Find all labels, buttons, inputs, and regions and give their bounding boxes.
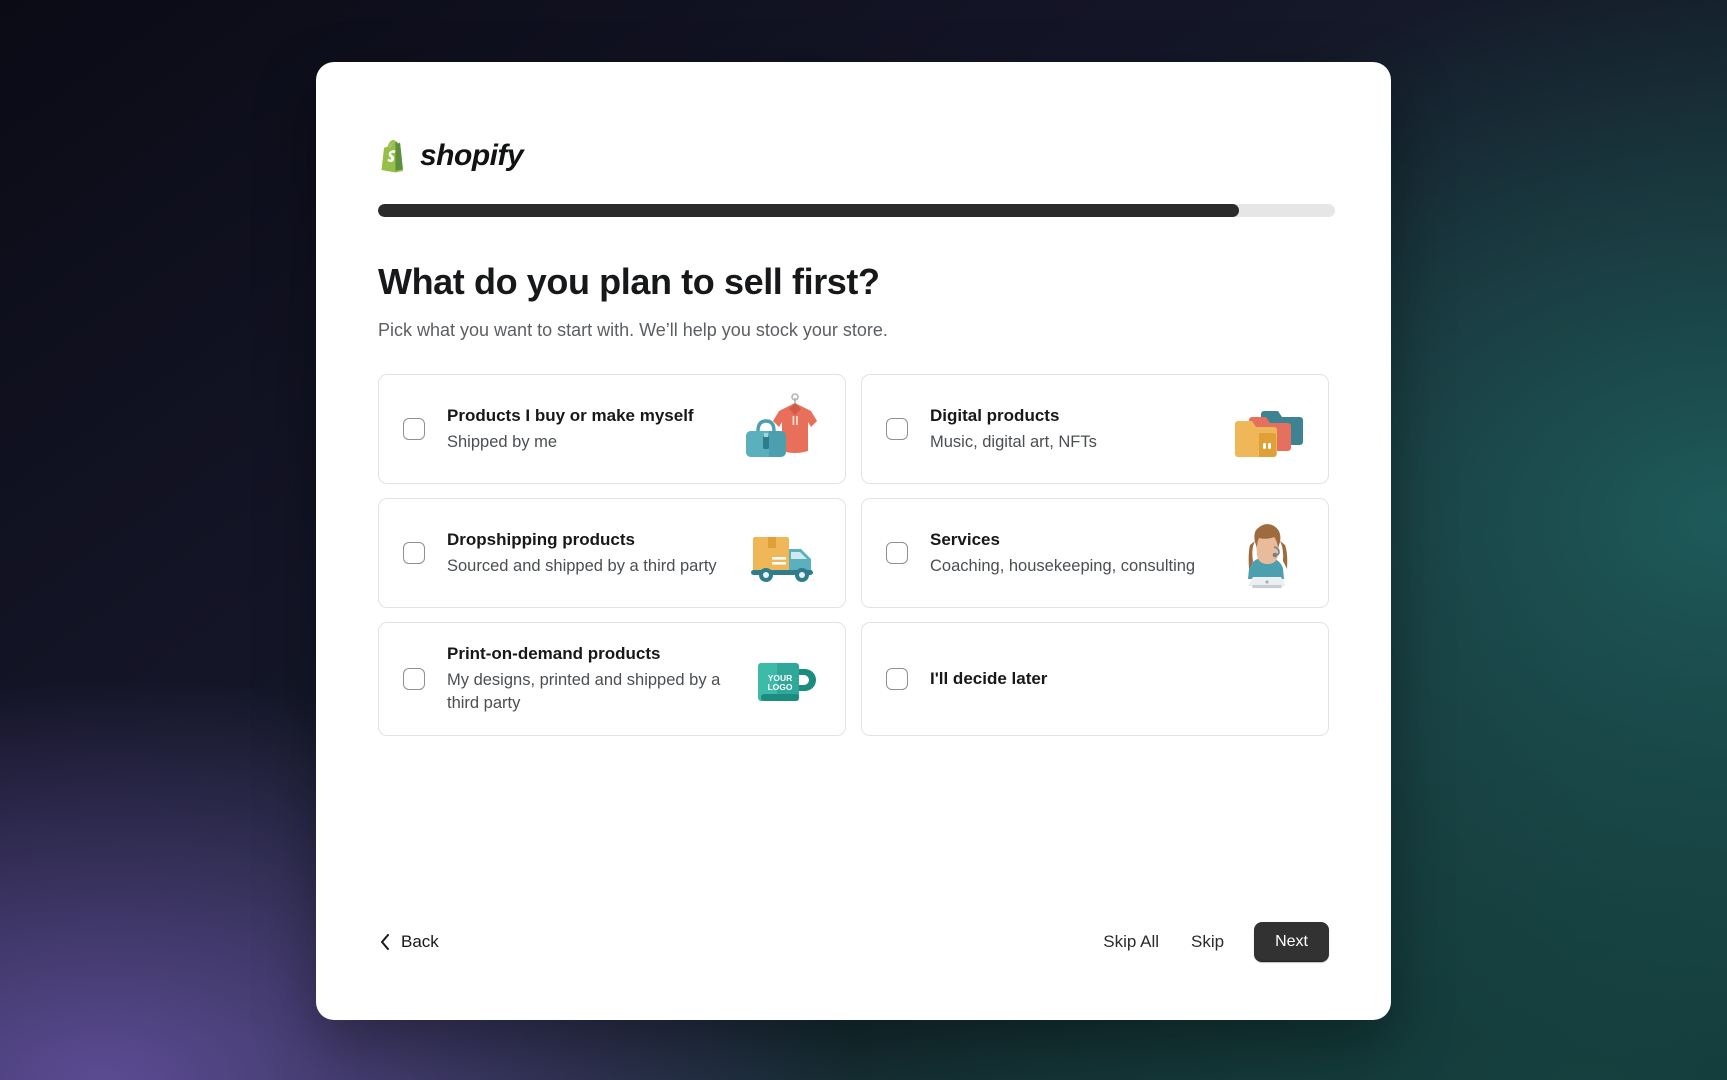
option-subtitle: Music, digital art, NFTs [930,432,1097,451]
option-card-services[interactable]: Services Coaching, housekeeping, consult… [861,498,1329,609]
back-button-label: Back [401,932,439,951]
option-card-digital-products[interactable]: Digital products Music, digital art, NFT… [861,374,1329,485]
option-grid: Products I buy or make myself Shipped by… [378,374,1329,737]
delivery-truck-icon [739,513,825,593]
option-card-print-on-demand-products[interactable]: Print-on-demand products My designs, pri… [378,622,846,737]
progress-bar [378,204,1335,217]
option-subtitle: My designs, printed and shipped by a thi… [447,670,721,713]
checkbox-products-i-buy-or-make-myself[interactable] [403,418,425,441]
back-button[interactable]: Back [378,926,441,958]
option-subtitle: Sourced and shipped by a third party [447,556,717,575]
onboarding-modal: shopify What do you plan to sell first? … [316,62,1391,1020]
person-with-laptop-icon [1222,513,1308,593]
checkbox-dropshipping-products[interactable] [403,542,425,565]
checkbox-services[interactable] [886,542,908,565]
option-text: Digital products Music, digital art, NFT… [930,405,1214,454]
shopify-wordmark: shopify [420,139,524,172]
option-title: Digital products [930,405,1060,425]
option-text: Services Coaching, housekeeping, consult… [930,529,1214,578]
handbag-and-hoodie-icon [739,389,825,469]
shopify-bag-icon [378,138,410,174]
option-title: Services [930,529,1000,549]
option-text: Products I buy or make myself Shipped by… [447,405,731,454]
progress-track [378,204,1335,217]
option-title: Dropshipping products [447,529,635,549]
folders-icon [1222,389,1308,469]
option-text: I'll decide later [930,668,1308,691]
shopify-logo: shopify [378,136,1329,176]
option-text: Dropshipping products Sourced and shippe… [447,529,731,578]
footer-actions: Skip All Skip Next [1101,922,1329,962]
option-subtitle: Shipped by me [447,432,558,451]
option-card-dropshipping-products[interactable]: Dropshipping products Sourced and shippe… [378,498,846,609]
option-title: Products I buy or make myself [447,405,694,425]
page-subtitle: Pick what you want to start with. We’ll … [378,320,888,341]
progress-fill [378,204,1240,217]
branded-mug-icon: YOUR LOGO [739,639,825,719]
checkbox-digital-products[interactable] [886,418,908,441]
option-title: Print-on-demand products [447,644,661,663]
next-button[interactable]: Next [1254,922,1329,962]
option-text: Print-on-demand products My designs, pri… [447,643,731,716]
checkbox-print-on-demand-products[interactable] [403,668,425,691]
option-subtitle: Coaching, housekeeping, consulting [930,556,1196,575]
option-card-products-i-buy-or-make-myself[interactable]: Products I buy or make myself Shipped by… [378,374,846,485]
option-title: I'll decide later [930,668,1048,688]
checkbox-ill-decide-later[interactable] [886,668,908,691]
option-card-ill-decide-later[interactable]: I'll decide later [861,622,1329,737]
skip-all-button[interactable]: Skip All [1101,926,1161,958]
modal-footer: Back Skip All Skip Next [378,922,1329,962]
mug-logo-line2: LOGO [767,682,792,692]
chevron-left-icon [380,934,390,950]
skip-button[interactable]: Skip [1189,926,1226,958]
page-title: What do you plan to sell first? [378,261,880,302]
